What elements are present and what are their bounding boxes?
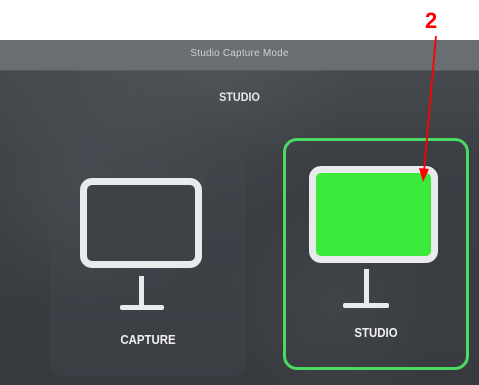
annotation-arrow-icon xyxy=(419,35,437,182)
